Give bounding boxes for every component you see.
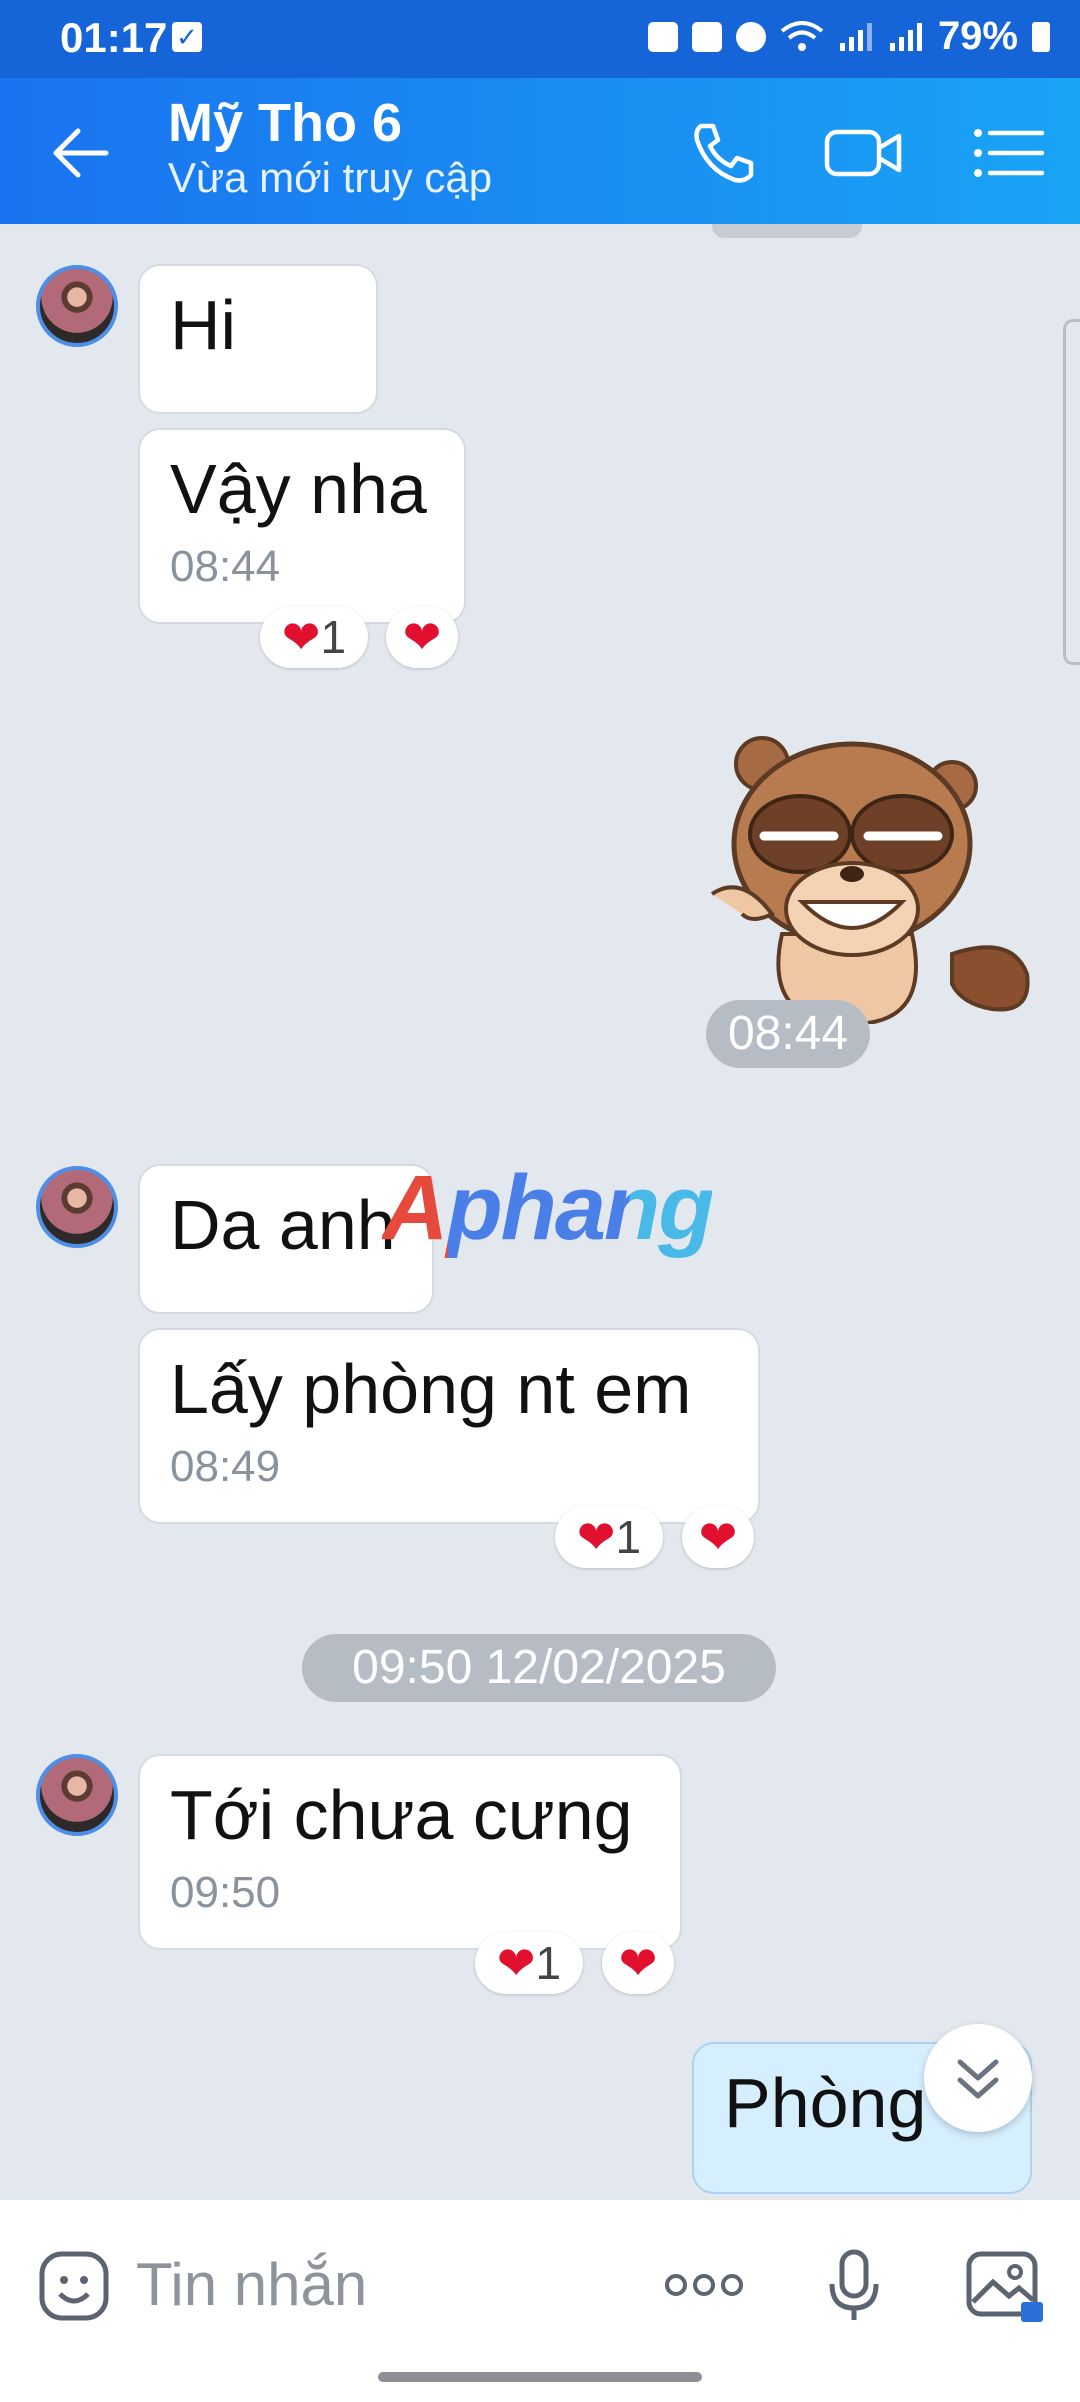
message-text: Vậy nha xyxy=(170,450,427,528)
message-text: Lấy phòng nt em xyxy=(170,1350,692,1428)
menu-list-icon[interactable] xyxy=(968,118,1048,188)
contact-name[interactable]: Mỹ Tho 6 xyxy=(168,92,402,154)
image-gallery-icon[interactable] xyxy=(965,2250,1043,2322)
wifi-icon xyxy=(780,20,824,51)
heart-icon: ❤ xyxy=(576,1511,616,1563)
message-bubble[interactable]: Lấy phòng nt em 08:49 xyxy=(138,1328,760,1524)
raccoon-sticker[interactable] xyxy=(702,724,1042,1024)
video-call-icon[interactable] xyxy=(823,118,903,188)
scrollbar[interactable] xyxy=(1063,319,1080,665)
battery-saver-icon xyxy=(691,21,722,52)
heart-icon: ❤ xyxy=(698,1511,738,1563)
scroll-to-bottom-button[interactable] xyxy=(924,2024,1032,2132)
previous-timestamp-pill xyxy=(712,224,862,238)
reaction-count-badge[interactable]: ❤ 1 xyxy=(555,1506,663,1568)
message-bubble[interactable]: Vậy nha 08:44 xyxy=(138,428,466,624)
message-bubble[interactable]: Hi xyxy=(138,264,378,414)
status-time: 01:17 xyxy=(60,14,168,61)
message-text: Da anh xyxy=(170,1186,396,1264)
add-reaction-button[interactable]: ❤ xyxy=(682,1506,754,1568)
chat-header: Mỹ Tho 6 Vừa mới truy cập xyxy=(0,78,1080,224)
heart-icon: ❤ xyxy=(402,611,442,663)
reaction-count-badge[interactable]: ❤ 1 xyxy=(260,606,368,668)
avatar[interactable] xyxy=(36,265,118,347)
signal-icon xyxy=(839,22,872,51)
phone-icon[interactable] xyxy=(685,118,765,188)
avatar[interactable] xyxy=(36,1166,118,1248)
contact-status: Vừa mới truy cập xyxy=(168,154,493,201)
upload-notification-icon xyxy=(647,21,678,52)
message-text: Tới chưa cưng xyxy=(170,1776,633,1854)
microphone-icon[interactable] xyxy=(828,2248,880,2324)
add-reaction-button[interactable]: ❤ xyxy=(386,606,458,668)
back-arrow-icon[interactable] xyxy=(46,118,116,188)
avatar[interactable] xyxy=(36,1754,118,1836)
heart-icon: ❤ xyxy=(281,611,321,663)
status-bar: 01:17 ✓ 79% xyxy=(0,0,1080,78)
message-bubble[interactable]: Tới chưa cưng 09:50 xyxy=(138,1754,682,1950)
reaction-count: 1 xyxy=(615,1511,642,1563)
message-text: Hi xyxy=(170,286,237,364)
message-input[interactable]: Tin nhắn xyxy=(136,2245,636,2325)
checkbox-notification-icon: ✓ xyxy=(172,22,202,52)
reaction-count: 1 xyxy=(320,611,347,663)
battery-icon xyxy=(1032,21,1050,52)
message-time: 08:44 xyxy=(706,1000,870,1068)
message-input-bar: Tin nhắn xyxy=(0,2198,1080,2402)
home-indicator[interactable] xyxy=(378,2372,702,2382)
reaction-count: 1 xyxy=(535,1937,562,1989)
battery-percent: 79% xyxy=(937,14,1018,58)
heart-icon: ❤ xyxy=(496,1937,536,1989)
alarm-icon xyxy=(735,21,766,52)
date-separator: 09:50 12/02/2025 xyxy=(302,1634,776,1702)
reaction-count-badge[interactable]: ❤ 1 xyxy=(475,1932,583,1994)
heart-icon: ❤ xyxy=(618,1937,658,1989)
message-time: 08:44 xyxy=(170,542,281,591)
more-options-icon[interactable] xyxy=(662,2260,746,2310)
double-chevron-down-icon xyxy=(957,2059,999,2099)
watermark-logo: Aphang xyxy=(382,1157,714,1259)
message-list[interactable]: Hi Vậy nha 08:44 ❤ 1 ❤ 08:44 Da anh Aphan… xyxy=(0,224,1080,2198)
signal-2-icon xyxy=(889,22,922,51)
sticker-emoji-icon[interactable] xyxy=(38,2250,110,2322)
message-time: 09:50 xyxy=(170,1868,281,1917)
message-time: 08:49 xyxy=(170,1442,281,1491)
add-reaction-button[interactable]: ❤ xyxy=(602,1932,674,1994)
status-icons: 79% xyxy=(647,14,1050,59)
